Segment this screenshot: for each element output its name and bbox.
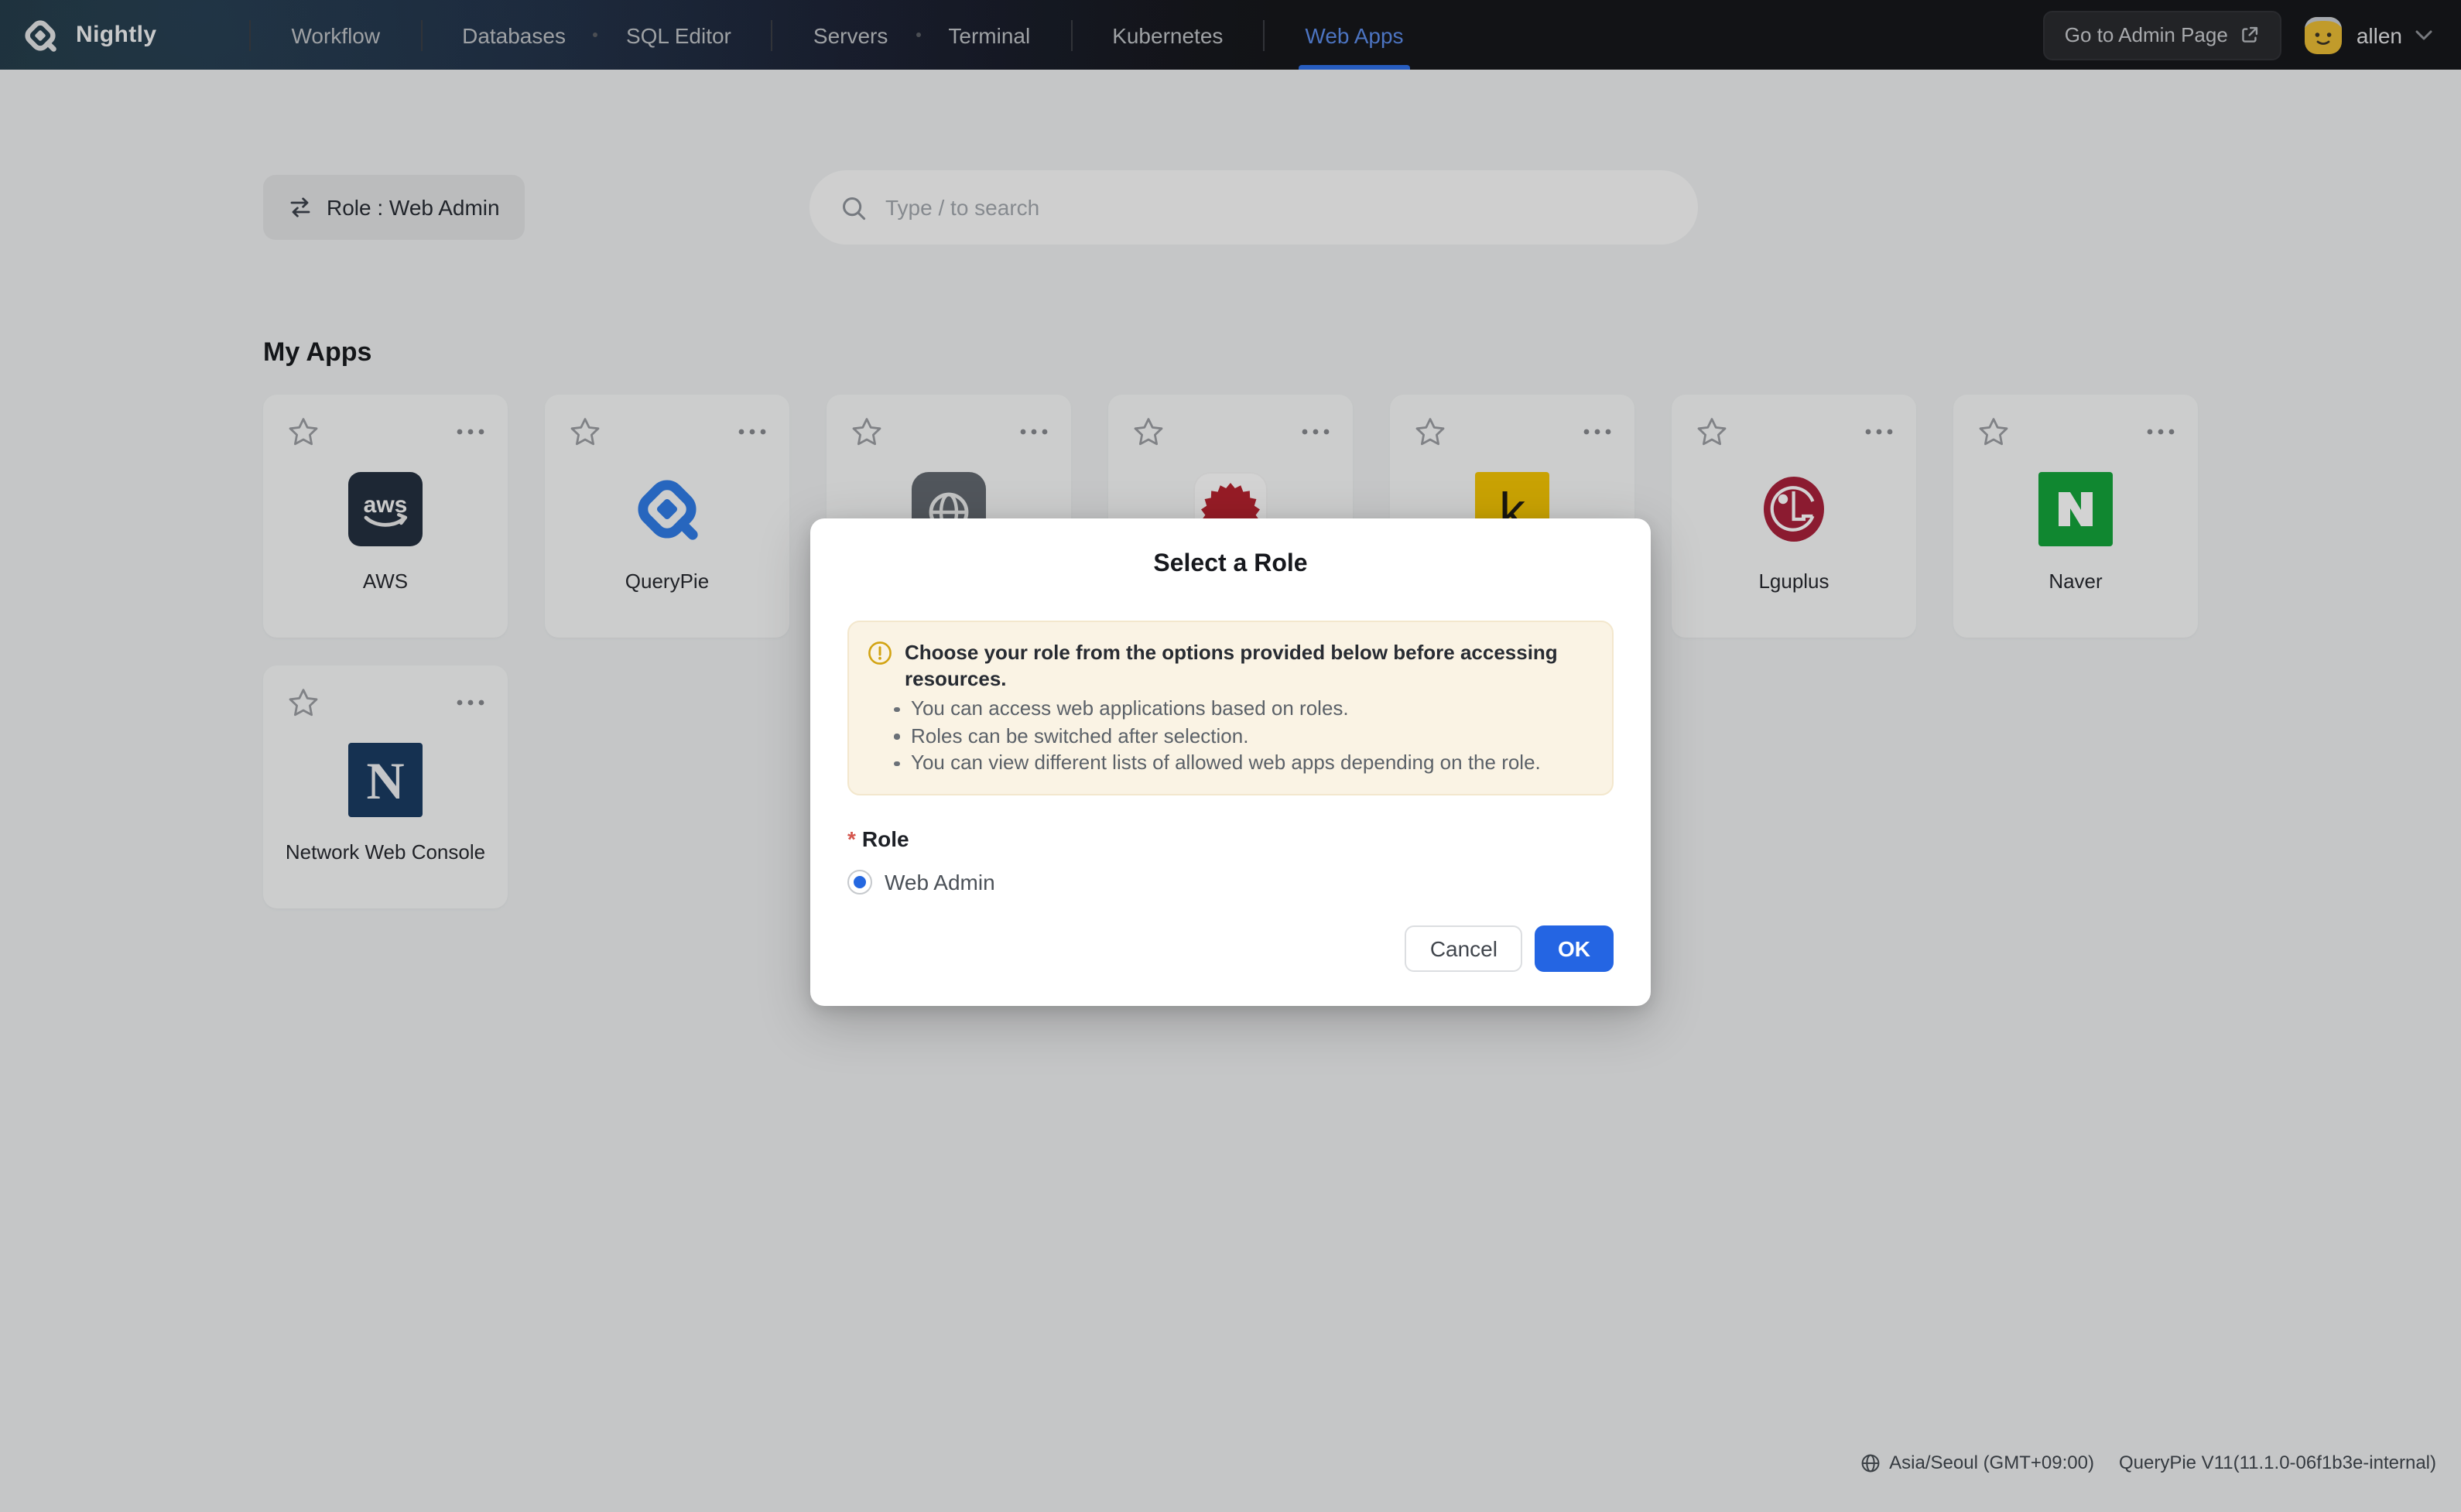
- info-alert: Choose your role from the options provid…: [847, 621, 1614, 795]
- warning-icon: [868, 640, 892, 665]
- alert-bullet: Roles can be switched after selection.: [911, 722, 1590, 749]
- web-apps-page: Nightly Workflow Databases SQL Editor Se…: [0, 0, 2461, 1512]
- alert-bullet-list: You can access web applications based on…: [868, 695, 1590, 776]
- role-field: * Role Web Admin: [847, 826, 1614, 894]
- role-option-label: Web Admin: [885, 869, 995, 894]
- modal-actions: Cancel OK: [847, 925, 1614, 971]
- alert-bullet: You can access web applications based on…: [911, 695, 1590, 722]
- alert-message: Choose your role from the options provid…: [905, 639, 1590, 692]
- cancel-button[interactable]: Cancel: [1405, 925, 1522, 971]
- select-role-modal: Select a Role Choose your role from the …: [810, 518, 1651, 1005]
- modal-title: Select a Role: [847, 549, 1614, 580]
- required-mark: *: [847, 826, 856, 850]
- role-field-label: Role: [862, 826, 909, 850]
- radio-selected[interactable]: [847, 869, 872, 894]
- role-option-web-admin[interactable]: Web Admin: [847, 869, 1614, 894]
- alert-bullet: You can view different lists of allowed …: [911, 749, 1590, 776]
- ok-button[interactable]: OK: [1535, 925, 1614, 971]
